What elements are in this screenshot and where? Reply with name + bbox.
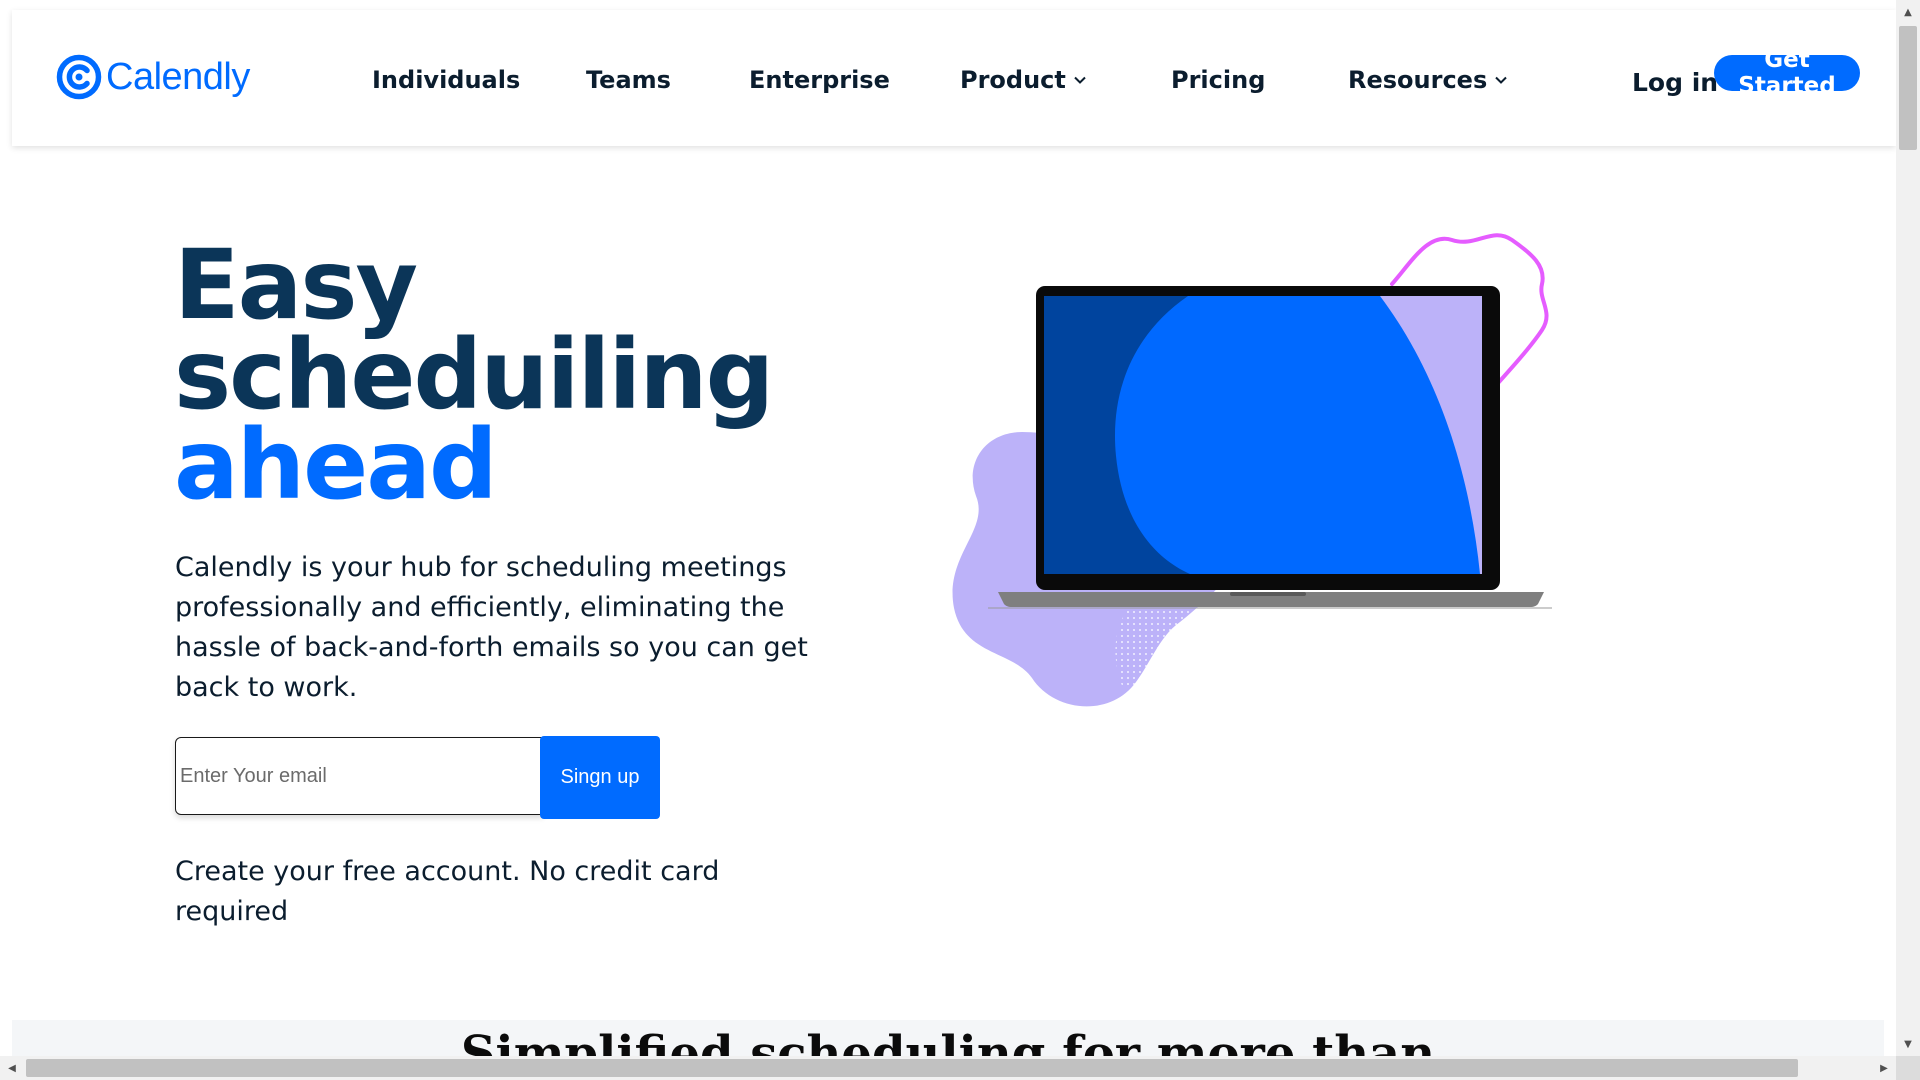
laptop-notch — [1230, 592, 1306, 596]
nav-label: Product — [960, 66, 1066, 94]
nav-label: Individuals — [372, 66, 521, 94]
scroll-down-arrow-icon[interactable]: ▼ — [1900, 1036, 1916, 1052]
hero-title-line: scheduiling — [174, 319, 774, 431]
hero-title: Easy scheduiling ahead — [174, 229, 774, 521]
hero-title-accent: ahead — [174, 409, 498, 521]
chevron-down-icon — [1074, 76, 1086, 84]
chevron-down-icon — [1495, 76, 1507, 84]
laptop-screen — [1044, 296, 1482, 574]
social-proof-section: Simplified scheduling for more than — [12, 1020, 1884, 1056]
nav-item-product[interactable]: Product — [960, 66, 1087, 94]
nav-item-individuals[interactable]: Individuals — [372, 66, 520, 94]
nav-item-enterprise[interactable]: Enterprise — [749, 66, 890, 94]
hero-laptop-illustration — [952, 233, 1552, 707]
scroll-up-arrow-icon[interactable]: ▲ — [1900, 4, 1916, 20]
horizontal-scroll-thumb[interactable] — [26, 1059, 1798, 1077]
get-started-button[interactable]: Get Started — [1714, 47, 1860, 99]
nav-item-resources[interactable]: Resources — [1348, 66, 1508, 94]
signup-button[interactable]: Singn up — [540, 736, 660, 819]
free-account-note: Create your free account. No credit card… — [175, 856, 720, 927]
email-input[interactable] — [175, 737, 543, 815]
brand-name: Calendly — [106, 56, 250, 98]
vertical-scroll-thumb[interactable] — [1899, 26, 1917, 150]
nav-label: Teams — [586, 66, 671, 94]
scrollbar-corner — [1896, 1056, 1920, 1080]
hero-description: Calendly is your hub for scheduling meet… — [175, 552, 808, 703]
login-link[interactable]: Log in — [1632, 68, 1718, 97]
scroll-right-arrow-icon[interactable]: ▶ — [1876, 1060, 1892, 1076]
site-header: Calendly Individuals Teams Enterprise Pr… — [12, 10, 1896, 146]
signup-form: Singn up — [175, 736, 661, 820]
vertical-scrollbar[interactable]: ▲ ▼ — [1896, 0, 1920, 1056]
calendly-logo[interactable]: Calendly — [56, 54, 250, 100]
nav-label: Resources — [1348, 66, 1488, 94]
calendly-logo-icon — [56, 54, 102, 100]
page-viewport: Calendly Individuals Teams Enterprise Pr… — [0, 0, 1896, 1056]
hero-title-line: Easy — [174, 229, 418, 341]
section-title: Simplified scheduling for more than — [460, 1026, 1436, 1056]
nav-item-teams[interactable]: Teams — [586, 66, 671, 94]
nav-item-pricing[interactable]: Pricing — [1171, 66, 1265, 94]
nav-label: Pricing — [1171, 66, 1266, 94]
scroll-left-arrow-icon[interactable]: ◀ — [4, 1060, 20, 1076]
horizontal-scrollbar[interactable]: ◀ ▶ — [0, 1056, 1896, 1080]
nav-label: Enterprise — [749, 66, 890, 94]
